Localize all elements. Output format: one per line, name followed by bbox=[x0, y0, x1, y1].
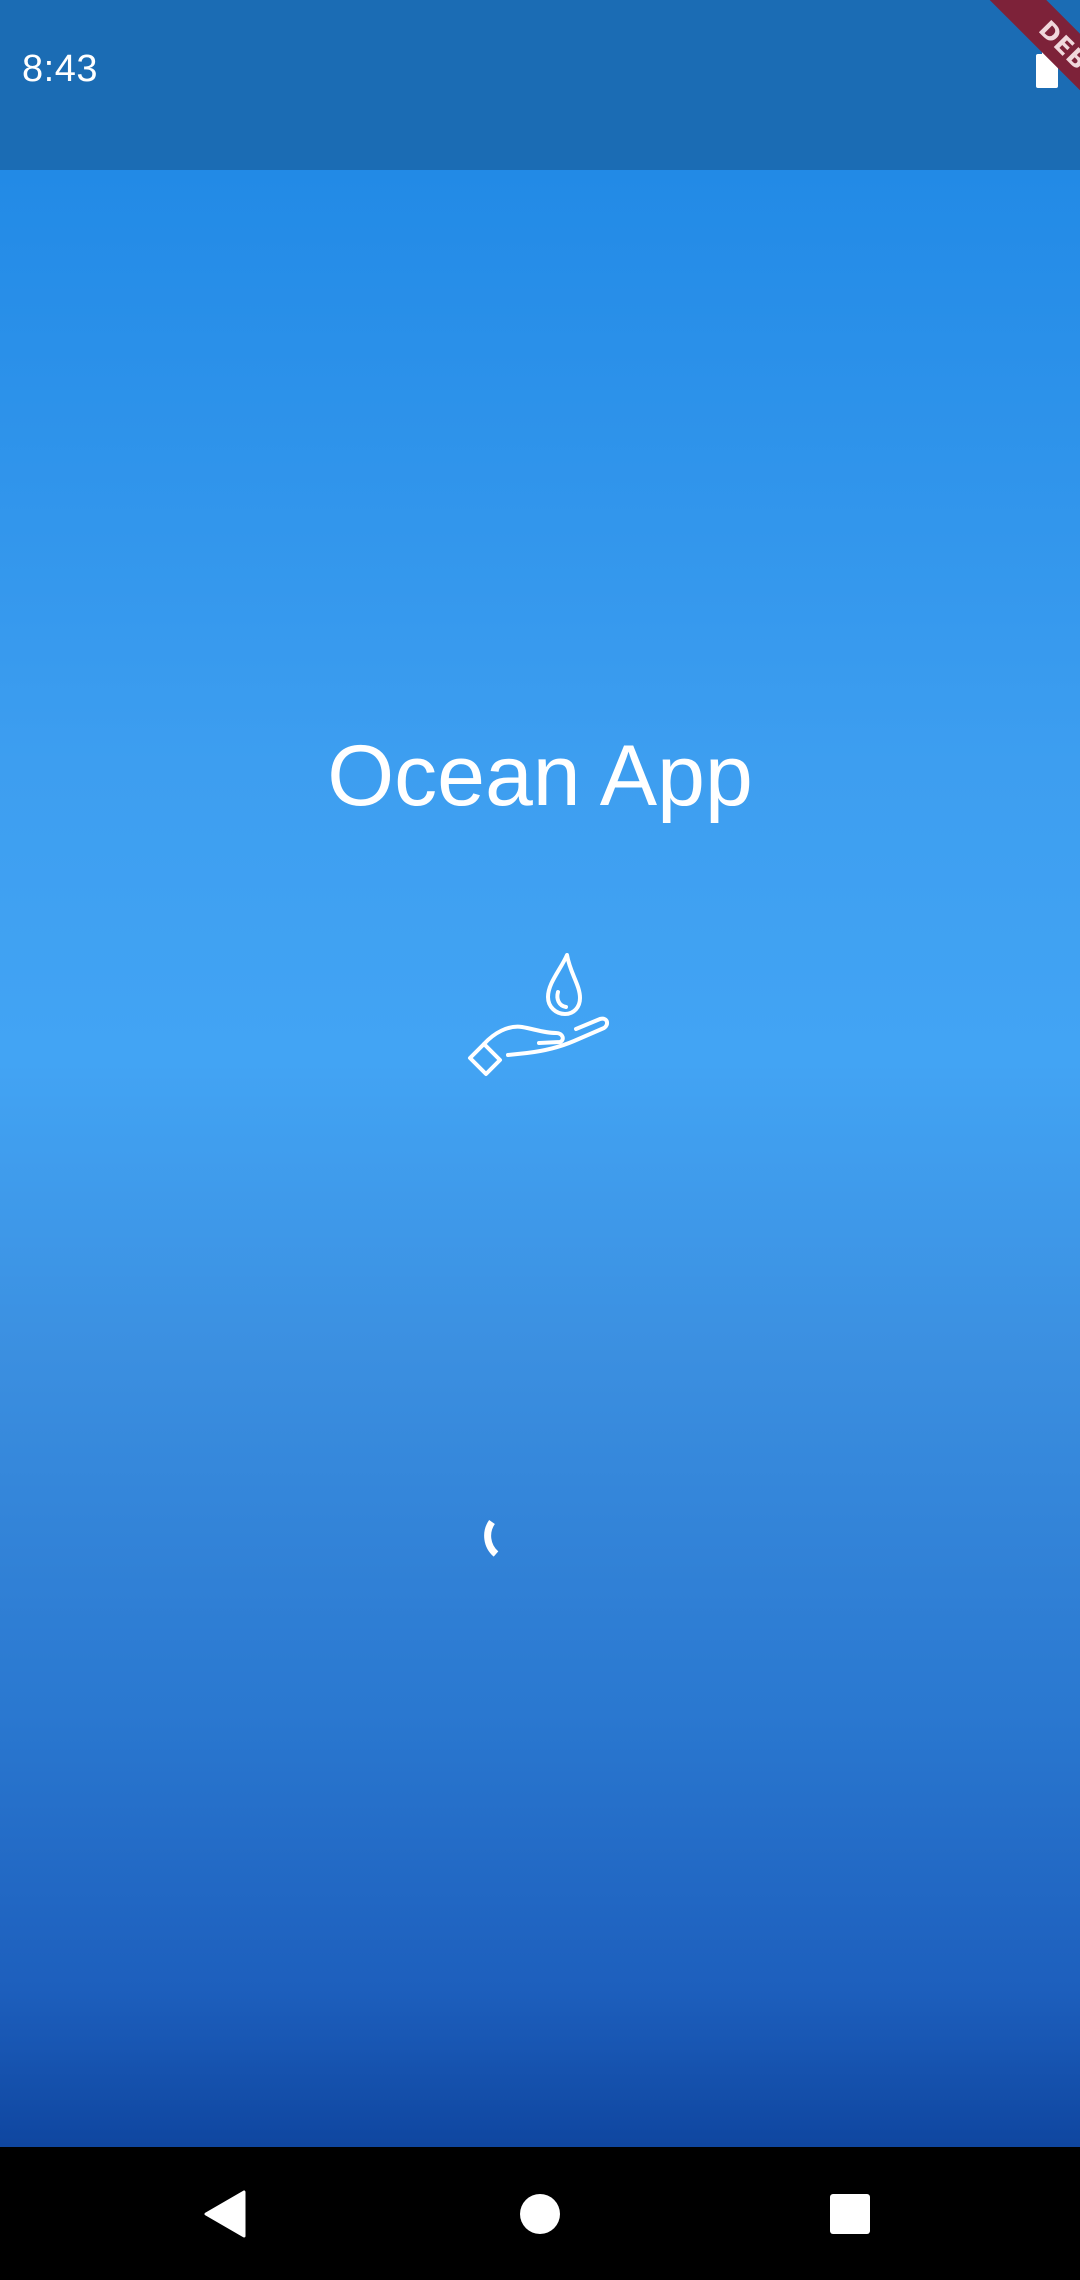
battery-full-icon bbox=[1036, 50, 1058, 88]
status-time: 8:43 bbox=[22, 48, 98, 90]
status-bar: 8:43 bbox=[0, 0, 1080, 170]
navigation-bar bbox=[0, 2147, 1080, 2280]
back-button[interactable] bbox=[166, 2147, 286, 2280]
home-circle-icon bbox=[520, 2193, 560, 2234]
recents-square-icon bbox=[830, 2193, 870, 2234]
loading-spinner bbox=[484, 1519, 499, 1557]
back-triangle-icon bbox=[204, 2190, 246, 2237]
app-title: Ocean App bbox=[327, 728, 753, 824]
screen: 8:43 Ocean App DEBUG bbox=[0, 0, 1080, 2280]
recents-button[interactable] bbox=[790, 2147, 910, 2280]
hand-holding-water-drop-icon bbox=[468, 953, 610, 1076]
splash-screen: Ocean App bbox=[0, 170, 1080, 2147]
home-button[interactable] bbox=[480, 2147, 600, 2280]
